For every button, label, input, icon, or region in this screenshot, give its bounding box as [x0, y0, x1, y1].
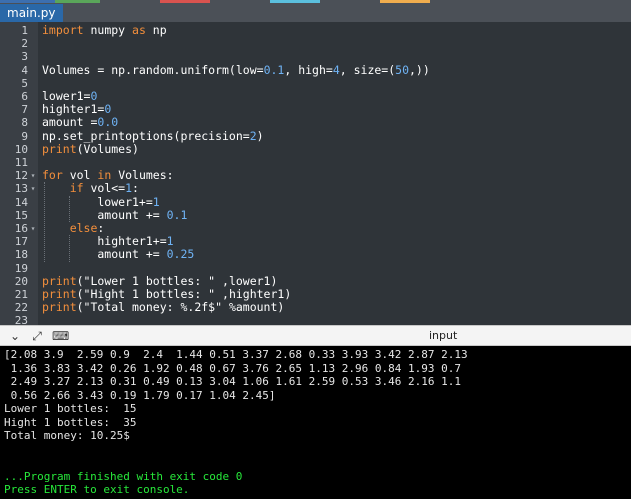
- line-number: 3: [21, 50, 28, 64]
- console-line: Lower 1 bottles: 15: [4, 402, 137, 415]
- line-number: 7: [21, 103, 28, 117]
- code-text: import numpy as np: [42, 23, 167, 37]
- console-line: Hight 1 bottles: 35: [4, 415, 137, 429]
- line-number: 10: [14, 142, 28, 156]
- line-number: 2: [21, 37, 28, 51]
- code-line[interactable]: 19: [0, 262, 631, 275]
- code-editor[interactable]: 1 import numpy as np 2 3 4 Volumes = np.rando…: [0, 22, 631, 325]
- line-number: 16: [14, 222, 28, 235]
- code-line[interactable]: 5: [0, 77, 631, 90]
- line-number: 11: [14, 156, 28, 169]
- code-line[interactable]: 20 print("Lower 1 bottles: " ,lower1): [0, 274, 631, 288]
- indent-guide: [69, 235, 70, 262]
- console-line: Total money: 10.25$: [4, 429, 130, 442]
- tab-bar: main.py: [0, 3, 631, 22]
- fold-toggle-icon[interactable]: ▾: [29, 222, 37, 235]
- line-number: 23: [14, 314, 28, 325]
- console-line: Press ENTER to exit console.: [4, 483, 190, 496]
- stdin-icon[interactable]: ⌨: [52, 329, 69, 343]
- line-number: 15: [14, 208, 28, 222]
- line-number: 20: [14, 274, 28, 288]
- code-line[interactable]: 13 ▾ if vol<=1:: [0, 182, 631, 196]
- indent-guide: [44, 182, 45, 262]
- code-text: Volumes = np.random.uniform(low=0.1, hig…: [42, 62, 430, 77]
- line-number: 9: [21, 129, 28, 143]
- code-line[interactable]: 4 Volumes = np.random.uniform(low=0.1, hi…: [0, 62, 631, 77]
- line-number: 8: [21, 116, 28, 130]
- code-line[interactable]: 10 print(Volumes): [0, 141, 631, 156]
- console-line: 1.36 3.83 3.42 0.26 1.92 0.48 0.67 3.76 …: [4, 361, 461, 375]
- code-line[interactable]: 18 amount += 0.25: [0, 247, 631, 262]
- line-number: 19: [14, 261, 28, 275]
- code-line[interactable]: 22 print("Total money: %.2f$" %amount): [0, 300, 631, 315]
- code-line[interactable]: 23: [0, 314, 631, 325]
- code-line[interactable]: 3: [0, 50, 631, 63]
- fold-toggle-icon[interactable]: ▾: [29, 182, 37, 195]
- console-line: ...Program finished with exit code 0: [4, 469, 243, 483]
- line-number: 12: [14, 169, 28, 183]
- console-toolbar: ⌄ ⤢ ⌨ input: [0, 325, 631, 346]
- line-number: 13: [14, 182, 28, 196]
- line-number: 5: [21, 76, 28, 90]
- line-number: 22: [14, 301, 28, 315]
- line-number: 4: [21, 63, 28, 77]
- line-number: 14: [14, 195, 28, 209]
- code-line[interactable]: 12 ▾ for vol in Volumes:: [0, 169, 631, 183]
- code-text: print(Volumes): [42, 141, 139, 156]
- code-line[interactable]: 8 amount =0.0: [0, 116, 631, 130]
- code-line[interactable]: 7 highter1=0: [0, 103, 631, 117]
- indent-guide: [69, 195, 70, 222]
- fold-toggle-icon[interactable]: ▾: [29, 169, 37, 182]
- line-number: 1: [21, 24, 28, 37]
- chevron-down-icon[interactable]: ⌄: [8, 329, 22, 343]
- code-line[interactable]: 14 lower1+=1: [0, 195, 631, 209]
- line-number: 6: [21, 90, 28, 103]
- line-number: 17: [14, 235, 28, 249]
- code-line[interactable]: 9 np.set_printoptions(precision=2): [0, 129, 631, 143]
- code-line[interactable]: 15 amount += 0.1: [0, 208, 631, 222]
- console-line: [2.08 3.9 2.59 0.9 2.4 1.44 0.51 3.37 2.…: [4, 348, 468, 361]
- console-line: 0.56 2.66 3.43 0.19 1.79 0.17 1.04 2.45]: [4, 388, 276, 402]
- line-number: 18: [14, 248, 28, 262]
- tab-main-py[interactable]: main.py: [0, 4, 63, 22]
- console-output[interactable]: [2.08 3.9 2.59 0.9 2.4 1.44 0.51 3.37 2.…: [0, 346, 631, 499]
- expand-icon[interactable]: ⤢: [30, 329, 44, 343]
- input-label: input: [429, 329, 458, 342]
- code-text: amount += 0.25: [42, 247, 195, 262]
- line-number: 21: [14, 288, 28, 301]
- code-line[interactable]: 17 highter1+=1: [0, 235, 631, 249]
- code-text: print("Total money: %.2f$" %amount): [42, 300, 285, 315]
- console-line: 2.49 3.27 2.13 0.31 0.49 0.13 3.04 1.06 …: [4, 375, 461, 388]
- code-line[interactable]: 2: [0, 37, 631, 50]
- code-line[interactable]: 1 import numpy as np: [0, 23, 631, 37]
